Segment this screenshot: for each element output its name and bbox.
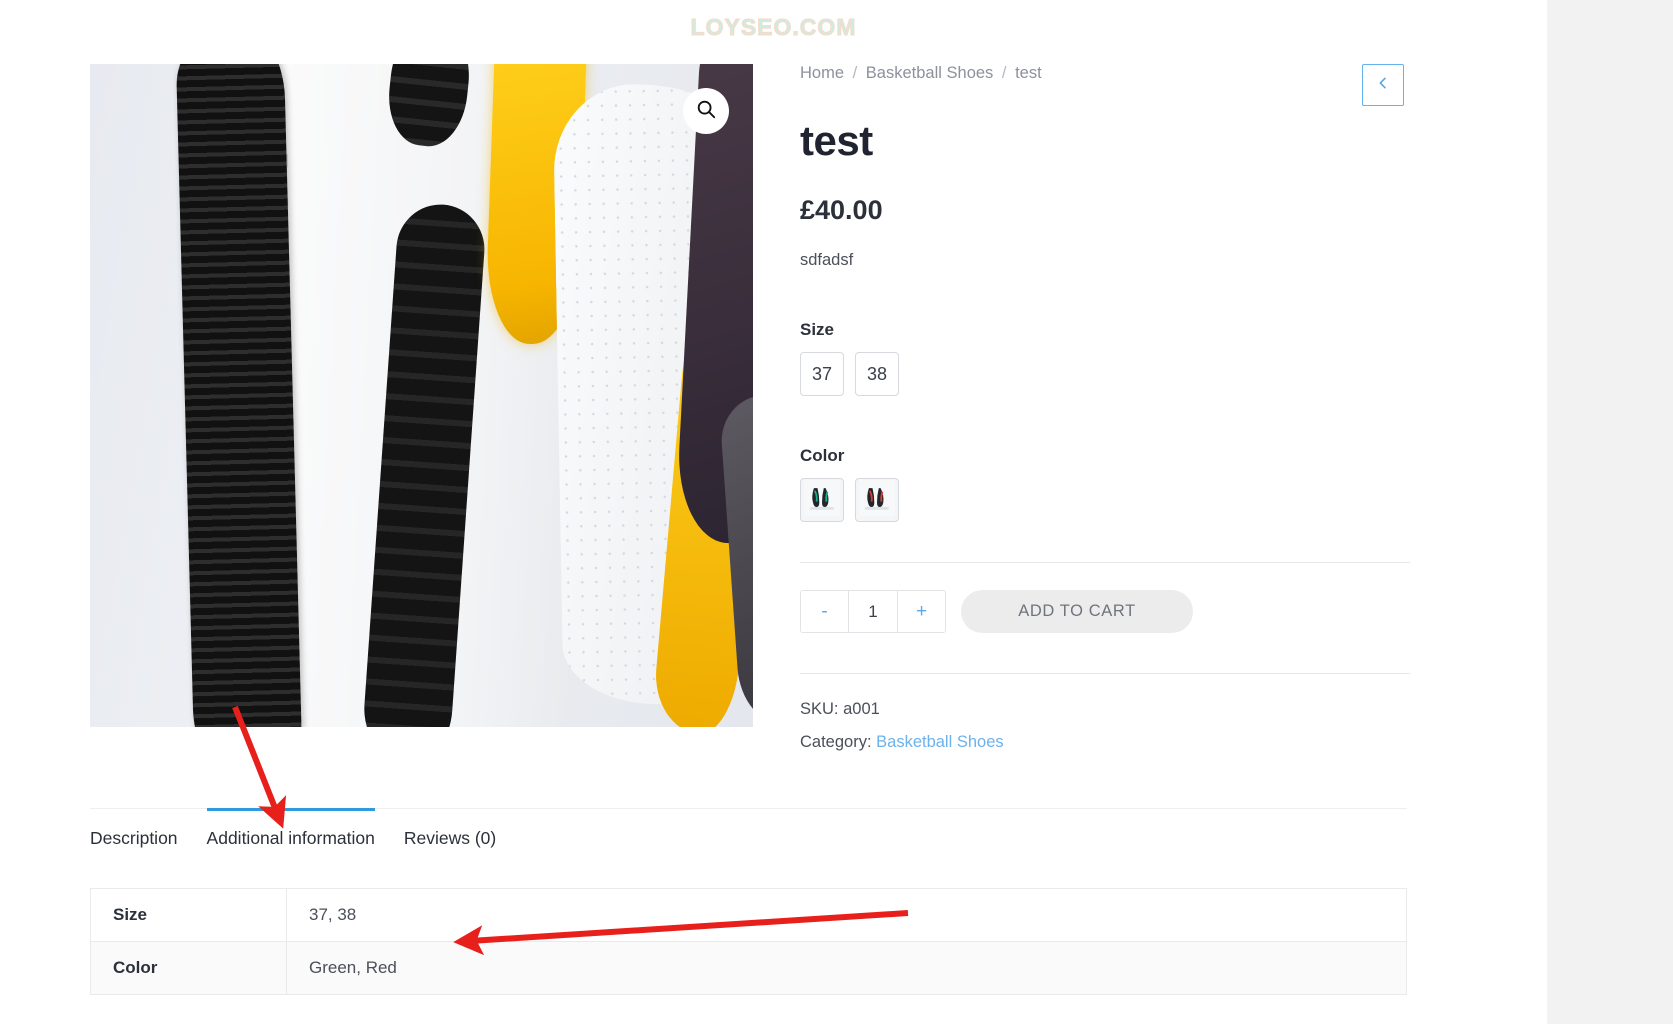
category-label: Category: — [800, 733, 872, 752]
color-swatches — [800, 478, 1410, 523]
watermark: LOYSEO.COM — [690, 14, 857, 41]
size-swatch-38[interactable]: 38 — [855, 352, 899, 397]
category-link[interactable]: Basketball Shoes — [876, 733, 1004, 751]
short-description: sdfadsf — [800, 251, 854, 270]
sku-value: a001 — [843, 700, 880, 719]
tab-reviews[interactable]: Reviews (0) — [404, 808, 496, 859]
product-meta: SKU: a001 Category: Basketball Shoes — [800, 700, 1410, 752]
breadcrumb-separator-2: / — [1001, 64, 1007, 82]
table-row-value: Green, Red — [286, 941, 1407, 995]
table-row: Size 37, 38 — [90, 888, 1407, 942]
search-icon — [695, 98, 717, 125]
product-tabs: Description Additional information Revie… — [90, 808, 1407, 859]
quantity-stepper[interactable]: - 1 + — [800, 590, 946, 634]
breadcrumb-separator-1: / — [852, 64, 858, 82]
size-swatches: 37 38 — [800, 352, 1410, 397]
breadcrumb-category[interactable]: Basketball Shoes — [866, 64, 994, 82]
quantity-decrease-button[interactable]: - — [801, 591, 848, 633]
page-right-margin — [1547, 0, 1673, 1024]
category-line: Category: Basketball Shoes — [800, 733, 1410, 752]
quantity-increase-button[interactable]: + — [898, 591, 945, 633]
product-summary: Home / Basketball Shoes / test test £40.… — [800, 62, 1410, 752]
tab-description[interactable]: Description — [90, 808, 178, 859]
cart-form: - 1 + ADD TO CART — [800, 590, 1410, 634]
shoe-thumbnail-red-icon — [859, 479, 895, 521]
additional-information-table: Size 37, 38 Color Green, Red — [90, 888, 1407, 995]
page-title: test — [800, 117, 873, 165]
table-row: Color Green, Red — [90, 941, 1407, 995]
previous-product-button[interactable] — [1362, 64, 1404, 106]
add-to-cart-button[interactable]: ADD TO CART — [961, 590, 1193, 634]
attribute-label-size: Size — [800, 320, 835, 340]
product-price: £40.00 — [800, 195, 883, 226]
summary-divider-bottom — [800, 673, 1410, 675]
attribute-label-color: Color — [800, 446, 845, 466]
product-image: AIR MAX — [90, 64, 753, 727]
breadcrumb-home[interactable]: Home — [800, 64, 844, 82]
table-row-label: Color — [90, 941, 287, 995]
summary-divider-top — [800, 562, 1410, 564]
color-swatch-red[interactable] — [855, 478, 899, 523]
sku-line: SKU: a001 — [800, 700, 1410, 719]
breadcrumb: Home / Basketball Shoes / test — [800, 62, 1410, 85]
color-swatch-green[interactable] — [800, 478, 844, 523]
breadcrumb-current: test — [1015, 64, 1042, 82]
tab-additional-information[interactable]: Additional information — [206, 808, 375, 859]
zoom-image-button[interactable] — [683, 88, 729, 134]
sku-label: SKU: — [800, 700, 839, 719]
table-row-value: 37, 38 — [286, 888, 1407, 942]
table-row-label: Size — [90, 888, 287, 942]
shoe-thumbnail-green-icon — [804, 479, 840, 521]
product-gallery[interactable]: AIR MAX — [90, 64, 753, 727]
chevron-left-icon — [1375, 75, 1391, 96]
size-swatch-37[interactable]: 37 — [800, 352, 844, 397]
quantity-input[interactable]: 1 — [848, 591, 898, 633]
product-page: LOYSEO.COM AIR MAX Ho — [0, 0, 1673, 1024]
